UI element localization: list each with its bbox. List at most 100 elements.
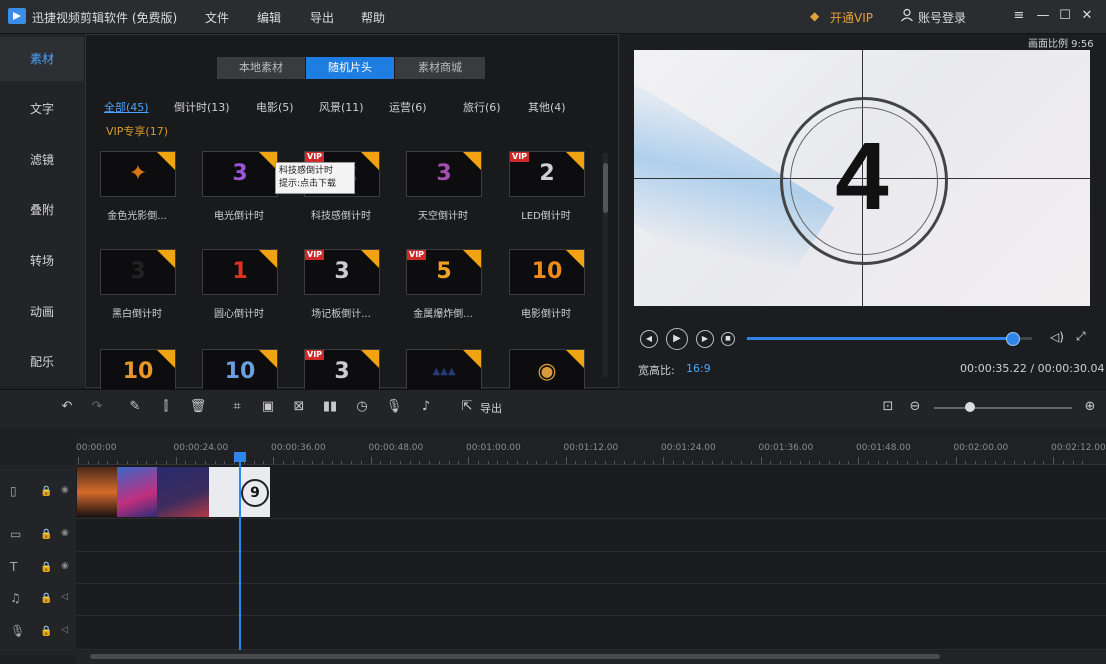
- visibility-icon[interactable]: ◉: [61, 528, 69, 538]
- ruler-tick: [341, 461, 343, 464]
- ruler-tick: [702, 461, 703, 464]
- ruler-tick: [711, 461, 713, 464]
- tab-random-intro[interactable]: 随机片头: [306, 57, 394, 79]
- template-thumbnail[interactable]: 3: [100, 249, 176, 295]
- sidebar-item-overlay[interactable]: 叠附: [0, 188, 84, 232]
- export-icon[interactable]: ⇱: [458, 398, 476, 416]
- menu-file[interactable]: 文件: [205, 9, 229, 26]
- category-countdown[interactable]: 倒计时(13): [174, 99, 230, 115]
- lock-icon[interactable]: 🔒: [40, 529, 52, 540]
- ruler-tick: [175, 457, 177, 464]
- template-thumbnail[interactable]: 3 VIP: [304, 249, 380, 295]
- ruler-tick: [741, 461, 742, 464]
- resize-icon[interactable]: ▣: [259, 398, 277, 416]
- template-thumbnail[interactable]: 1: [202, 249, 278, 295]
- zoom-out-icon[interactable]: ⊖: [906, 398, 924, 416]
- minimize-icon[interactable]: —: [1034, 6, 1052, 26]
- delete-icon[interactable]: 🗑: [189, 398, 207, 416]
- voice-track[interactable]: [76, 616, 1106, 650]
- ruler-tick-label: 00:00:24.00: [173, 443, 229, 453]
- user-icon[interactable]: [900, 8, 914, 22]
- lock-icon[interactable]: 🔒: [40, 562, 52, 573]
- vip-button[interactable]: 开通VIP: [830, 9, 873, 26]
- text-track[interactable]: [76, 552, 1106, 584]
- login-button[interactable]: 账号登录: [918, 9, 966, 26]
- lock-icon[interactable]: 🔒: [40, 486, 52, 497]
- sidebar-item-materials[interactable]: 素材: [0, 37, 84, 81]
- download-badge-icon: [566, 250, 584, 268]
- category-operation[interactable]: 运营(6): [389, 99, 427, 115]
- ruler-tick: [107, 461, 109, 464]
- microphone-icon[interactable]: 🎙: [385, 398, 403, 416]
- visibility-icon[interactable]: ◉: [61, 561, 69, 571]
- timeline-clip[interactable]: [77, 467, 117, 517]
- zoom-slider-track[interactable]: [934, 407, 1072, 409]
- speed-icon[interactable]: ◷: [353, 398, 371, 416]
- split-icon[interactable]: ⫿: [157, 398, 175, 416]
- template-thumbnail[interactable]: 10: [509, 249, 585, 295]
- library-scroll-thumb[interactable]: [603, 163, 608, 213]
- stop-icon[interactable]: ■: [721, 332, 735, 346]
- redo-icon[interactable]: ↷: [88, 398, 106, 416]
- template-thumbnail[interactable]: 3: [406, 151, 482, 197]
- aspect-ratio-value[interactable]: 16:9: [686, 362, 711, 375]
- ruler-tick: [1014, 461, 1015, 464]
- menu-icon[interactable]: ≡: [1010, 6, 1028, 26]
- playhead[interactable]: [239, 455, 241, 650]
- audio-wave-icon[interactable]: ▮▮: [321, 398, 339, 416]
- zoom-slider-handle[interactable]: [965, 402, 975, 412]
- next-frame-icon[interactable]: ▶: [696, 330, 714, 348]
- mute-icon[interactable]: ◁: [61, 625, 68, 635]
- ruler-tick: [819, 461, 820, 464]
- category-travel[interactable]: 旅行(6): [463, 99, 501, 115]
- timeline-clip[interactable]: [117, 467, 157, 517]
- ruler-tick: [721, 461, 723, 464]
- voice-icon[interactable]: ♪: [417, 398, 435, 416]
- sidebar-item-animation[interactable]: 动画: [0, 290, 84, 334]
- maximize-icon[interactable]: ☐: [1056, 6, 1074, 26]
- fit-timeline-icon[interactable]: ⊡: [879, 398, 897, 416]
- close-icon[interactable]: ✕: [1078, 6, 1096, 26]
- category-movie[interactable]: 电影(5): [256, 99, 294, 115]
- thumbnail-label: 场记板倒计...: [311, 309, 371, 320]
- prev-frame-icon[interactable]: ◀: [640, 330, 658, 348]
- category-all[interactable]: 全部(45): [104, 99, 149, 115]
- visibility-icon[interactable]: ◉: [61, 485, 69, 495]
- export-button[interactable]: 导出: [480, 400, 502, 416]
- undo-icon[interactable]: ↶: [58, 398, 76, 416]
- sidebar-item-transitions[interactable]: 转场: [0, 239, 84, 283]
- category-other[interactable]: 其他(4): [528, 99, 566, 115]
- lock-icon[interactable]: 🔒: [40, 593, 52, 604]
- template-thumbnail[interactable]: 3: [202, 151, 278, 197]
- menu-help[interactable]: 帮助: [361, 9, 385, 26]
- fullscreen-icon[interactable]: ⤢: [1076, 329, 1086, 344]
- category-scenery[interactable]: 风景(11): [319, 99, 364, 115]
- pip-track[interactable]: [76, 519, 1106, 552]
- category-vip[interactable]: VIP专享(17): [106, 123, 168, 139]
- template-thumbnail[interactable]: ✦: [100, 151, 176, 197]
- menu-export[interactable]: 导出: [310, 9, 334, 26]
- ruler-tick: [858, 457, 859, 464]
- template-thumbnail[interactable]: 2 VIP: [509, 151, 585, 197]
- lock-icon[interactable]: 🔒: [40, 626, 52, 637]
- play-icon[interactable]: ▶: [666, 328, 688, 350]
- ruler-tick: [273, 457, 274, 464]
- sidebar-item-music[interactable]: 配乐: [0, 340, 84, 384]
- timeline-scroll-thumb[interactable]: [90, 654, 940, 659]
- seek-handle[interactable]: [1006, 332, 1021, 346]
- edit-icon[interactable]: ✎: [126, 398, 144, 416]
- timeline-clip[interactable]: [157, 467, 209, 517]
- template-thumbnail[interactable]: 5 VIP: [406, 249, 482, 295]
- vip-diamond-icon[interactable]: ◆: [810, 10, 824, 22]
- tab-material-store[interactable]: 素材商城: [395, 57, 485, 79]
- sidebar-item-text[interactable]: 文字: [0, 87, 84, 131]
- music-track[interactable]: [76, 584, 1106, 616]
- menu-edit[interactable]: 编辑: [257, 9, 281, 26]
- tab-local-materials[interactable]: 本地素材: [217, 57, 305, 79]
- crop-icon[interactable]: ⌗: [228, 398, 246, 416]
- zoom-in-icon[interactable]: ⊕: [1081, 398, 1099, 416]
- mute-icon[interactable]: ◁: [61, 592, 68, 602]
- volume-icon[interactable]: ◁): [1050, 330, 1064, 344]
- sidebar-item-filters[interactable]: 滤镜: [0, 138, 84, 182]
- mosaic-icon[interactable]: ⊠: [290, 398, 308, 416]
